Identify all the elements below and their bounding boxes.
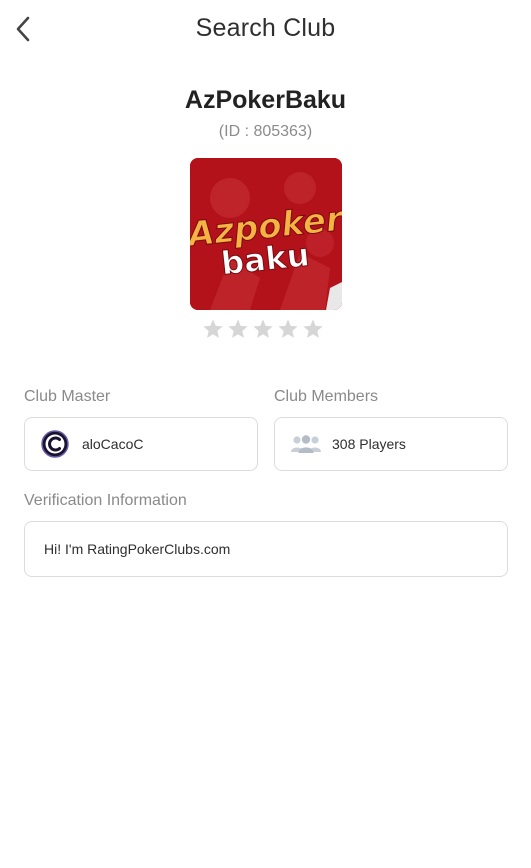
club-members-label: Club Members [274,388,379,405]
page-title: Search Club [195,14,336,42]
club-logo: Azpoker baku [190,158,342,310]
avatar-c-icon [41,430,69,458]
verification-label: Verification Information [24,492,187,509]
club-id: (ID : 805363) [218,123,313,140]
top-bar: Search Club [0,0,531,58]
star-icon [228,319,248,338]
people-group-icon [291,435,321,453]
star-icon [203,319,223,338]
verification-field[interactable]: Hi! I'm RatingPokerClubs.com [24,521,508,577]
club-logo-image: Azpoker baku [190,158,342,310]
club-master-card[interactable]: aloCacoC [24,417,258,471]
club-name: AzPokerBaku [184,86,347,114]
star-icon [303,319,323,338]
club-master-name: aloCacoC [82,436,144,452]
rating-stars [202,318,324,340]
verification-message: Hi! I'm RatingPokerClubs.com [44,541,231,557]
club-master-label: Club Master [24,388,111,405]
star-icon [253,319,273,338]
star-icon [278,319,298,338]
club-members-count: 308 Players [332,436,406,452]
club-members-card[interactable]: 308 Players [274,417,508,471]
